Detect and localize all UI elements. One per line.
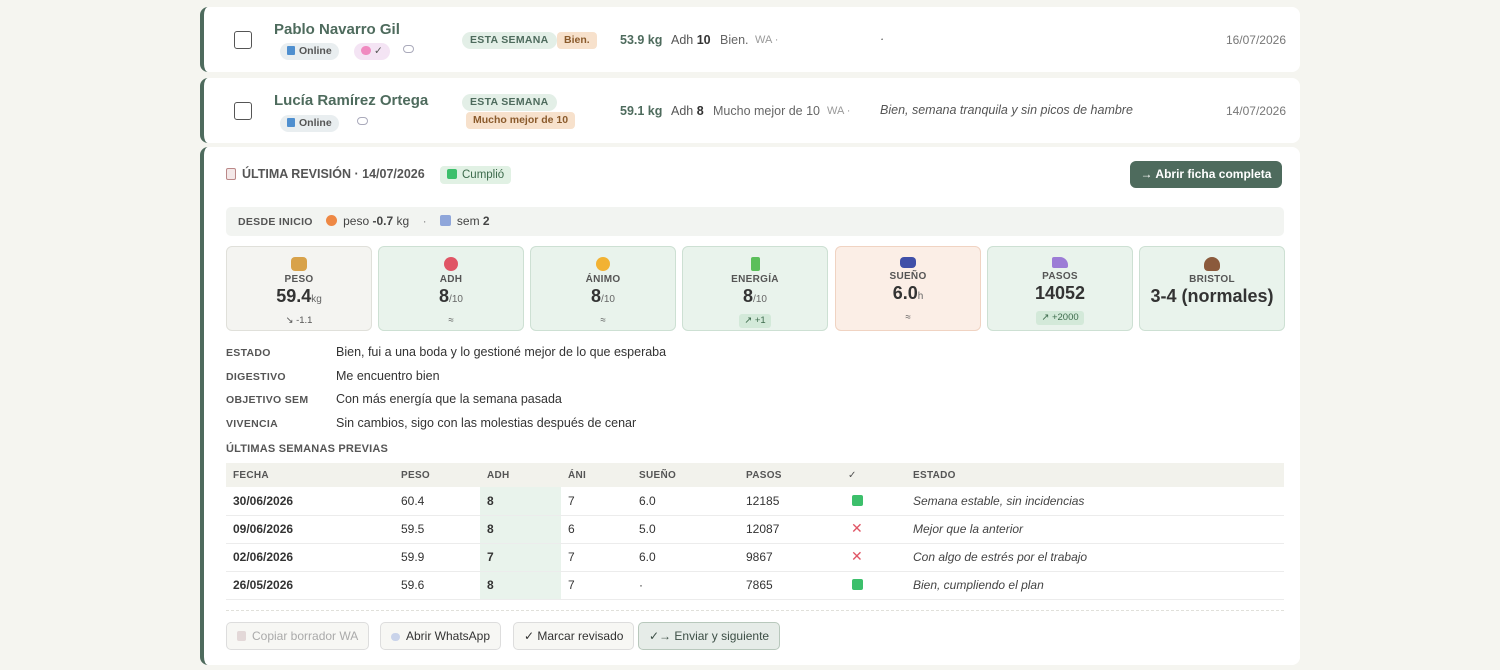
online-badge: Online bbox=[280, 43, 339, 60]
patient-note: Bien, semana tranquila y sin picos de ha… bbox=[880, 103, 1133, 117]
col-fecha: FECHA bbox=[226, 463, 394, 487]
status-tag: Bien. bbox=[557, 32, 597, 49]
table-row: 26/05/2026 59.6 8 7 · 7865 Bien, cumplie… bbox=[226, 571, 1284, 600]
metric-card-sueno: SUEÑO 6.0h ≈ bbox=[835, 246, 981, 331]
previous-weeks-title: ÚLTIMAS SEMANAS PREVIAS bbox=[226, 443, 389, 455]
metric-trend: ↗ +2000 bbox=[1036, 311, 1084, 325]
previous-weeks-table: FECHA PESO ADH ÁNI SUEÑO PASOS ✓ ESTADO … bbox=[226, 463, 1284, 600]
check-icon bbox=[852, 579, 863, 590]
col-peso: PESO bbox=[394, 463, 480, 487]
cross-icon: ✕ bbox=[851, 548, 863, 564]
patient-note: · bbox=[880, 32, 885, 46]
mark-reviewed-button[interactable]: ✓ Marcar revisado bbox=[513, 622, 635, 650]
since-start-bar: DESDE INICIO peso -0.7 kg · sem 2 bbox=[226, 207, 1284, 236]
calendar-icon bbox=[439, 215, 451, 226]
online-badge: Online bbox=[280, 115, 339, 132]
col-estado: ESTADO bbox=[906, 463, 1284, 487]
week-tag: ESTA SEMANA bbox=[462, 94, 557, 111]
orange-circle-icon bbox=[326, 215, 338, 226]
wa-indicator: WA · bbox=[755, 34, 779, 46]
review-title: ÚLTIMA REVISIÓN · 14/07/2026 bbox=[226, 167, 425, 181]
check-icon bbox=[852, 494, 863, 506]
status-tag: Mucho mejor de 10 bbox=[466, 112, 576, 129]
metric-card-energia: ENERGÍA 8/10 ↗ +1 bbox=[682, 246, 828, 331]
metric-card-peso: PESO 59.4kg ↘ -1.1 bbox=[226, 246, 372, 331]
bed-icon bbox=[900, 257, 916, 268]
metric-card-animo: ÁNIMO 8/10 ≈ bbox=[530, 246, 676, 331]
brain-icon bbox=[361, 46, 371, 55]
speech-bubble-icon bbox=[391, 633, 400, 641]
field-vivencia: VIVENCIA Sin cambios, sigo con las molest… bbox=[226, 416, 637, 430]
smile-icon bbox=[596, 257, 610, 271]
tablet-icon bbox=[287, 118, 295, 127]
wa-indicator: WA · bbox=[827, 105, 851, 117]
metric-trend: ↘ -1.1 bbox=[285, 315, 313, 326]
select-checkbox[interactable] bbox=[234, 102, 252, 120]
select-checkbox[interactable] bbox=[234, 31, 252, 49]
metric-trend: ↗ +1 bbox=[739, 314, 771, 328]
clipboard-icon bbox=[237, 631, 246, 641]
patient-name[interactable]: Pablo Navarro Gil bbox=[274, 21, 400, 38]
field-estado: ESTADO Bien, fui a una boda y lo gestioné… bbox=[226, 345, 667, 359]
table-row: 02/06/2026 59.9 7 7 6.0 9867 ✕ Con algo … bbox=[226, 543, 1284, 572]
weight-value: 53.9 kg bbox=[620, 33, 663, 47]
cumplio-badge: Cumplió bbox=[440, 166, 512, 184]
week-tag: ESTA SEMANA bbox=[462, 32, 557, 49]
review-panel: ÚLTIMA REVISIÓN · 14/07/2026 Cumplió → A… bbox=[200, 147, 1300, 665]
adherence: Adh 8 bbox=[671, 104, 704, 118]
metric-trend: ≈ bbox=[600, 315, 606, 326]
poop-icon bbox=[1204, 257, 1220, 271]
tablet-icon bbox=[287, 46, 295, 55]
metric-card-bristol: BRISTOL 3-4 (normales) bbox=[1139, 246, 1285, 331]
metric-trend: ≈ bbox=[905, 312, 911, 323]
status-text: Bien. bbox=[720, 33, 749, 47]
metric-card-pasos: PASOS 14052 ↗ +2000 bbox=[987, 246, 1133, 331]
weight-value: 59.1 kg bbox=[620, 104, 663, 118]
table-header: FECHA PESO ADH ÁNI SUEÑO PASOS ✓ ESTADO bbox=[226, 463, 1284, 487]
col-ani: ÁNI bbox=[561, 463, 632, 487]
adherence: Adh 10 bbox=[671, 33, 711, 47]
patient-name[interactable]: Lucía Ramírez Ortega bbox=[274, 92, 428, 109]
check-box-icon bbox=[447, 169, 457, 179]
open-full-record-button[interactable]: → Abrir ficha completa bbox=[1130, 161, 1282, 188]
col-sueno: SUEÑO bbox=[632, 463, 739, 487]
metric-trend: ≈ bbox=[448, 315, 454, 326]
divider bbox=[226, 610, 1284, 611]
table-row: 30/06/2026 60.4 8 7 6.0 12185 Semana est… bbox=[226, 487, 1284, 516]
comment-icon[interactable] bbox=[403, 45, 414, 53]
field-digestivo: DIGESTIVO Me encuentro bien bbox=[226, 369, 440, 383]
field-objetivo: OBJETIVO SEM Con más energía que la seman… bbox=[226, 392, 562, 406]
battery-icon bbox=[750, 257, 760, 271]
review-date: 16/07/2026 bbox=[1225, 33, 1286, 47]
table-row: 09/06/2026 59.5 8 6 5.0 12087 ✕ Mejor qu… bbox=[226, 515, 1284, 544]
comment-icon[interactable] bbox=[357, 117, 368, 125]
brain-badge: ✓ bbox=[354, 43, 390, 60]
patient-row[interactable]: Pablo Navarro Gil Online ✓ ESTA SEMANA B… bbox=[200, 7, 1300, 72]
clipboard-icon bbox=[226, 168, 236, 180]
patient-row[interactable]: Lucía Ramírez Ortega Online ESTA SEMANA … bbox=[200, 78, 1300, 143]
col-adh: ADH bbox=[480, 463, 561, 487]
col-check: ✓ bbox=[841, 463, 906, 487]
shoe-icon bbox=[1052, 257, 1068, 268]
status-text: Mucho mejor de 10 bbox=[713, 104, 821, 118]
open-whatsapp-button[interactable]: Abrir WhatsApp bbox=[380, 622, 502, 650]
send-next-button[interactable]: ✓→ Enviar y siguiente bbox=[638, 622, 781, 650]
metric-card-adh: ADH 8/10 ≈ bbox=[378, 246, 524, 331]
cross-icon: ✕ bbox=[851, 520, 863, 536]
target-icon bbox=[444, 257, 458, 271]
scale-icon bbox=[291, 257, 307, 271]
col-pasos: PASOS bbox=[739, 463, 841, 487]
copy-draft-button[interactable]: Copiar borrador WA bbox=[226, 622, 370, 650]
review-date: 14/07/2026 bbox=[1225, 104, 1286, 118]
